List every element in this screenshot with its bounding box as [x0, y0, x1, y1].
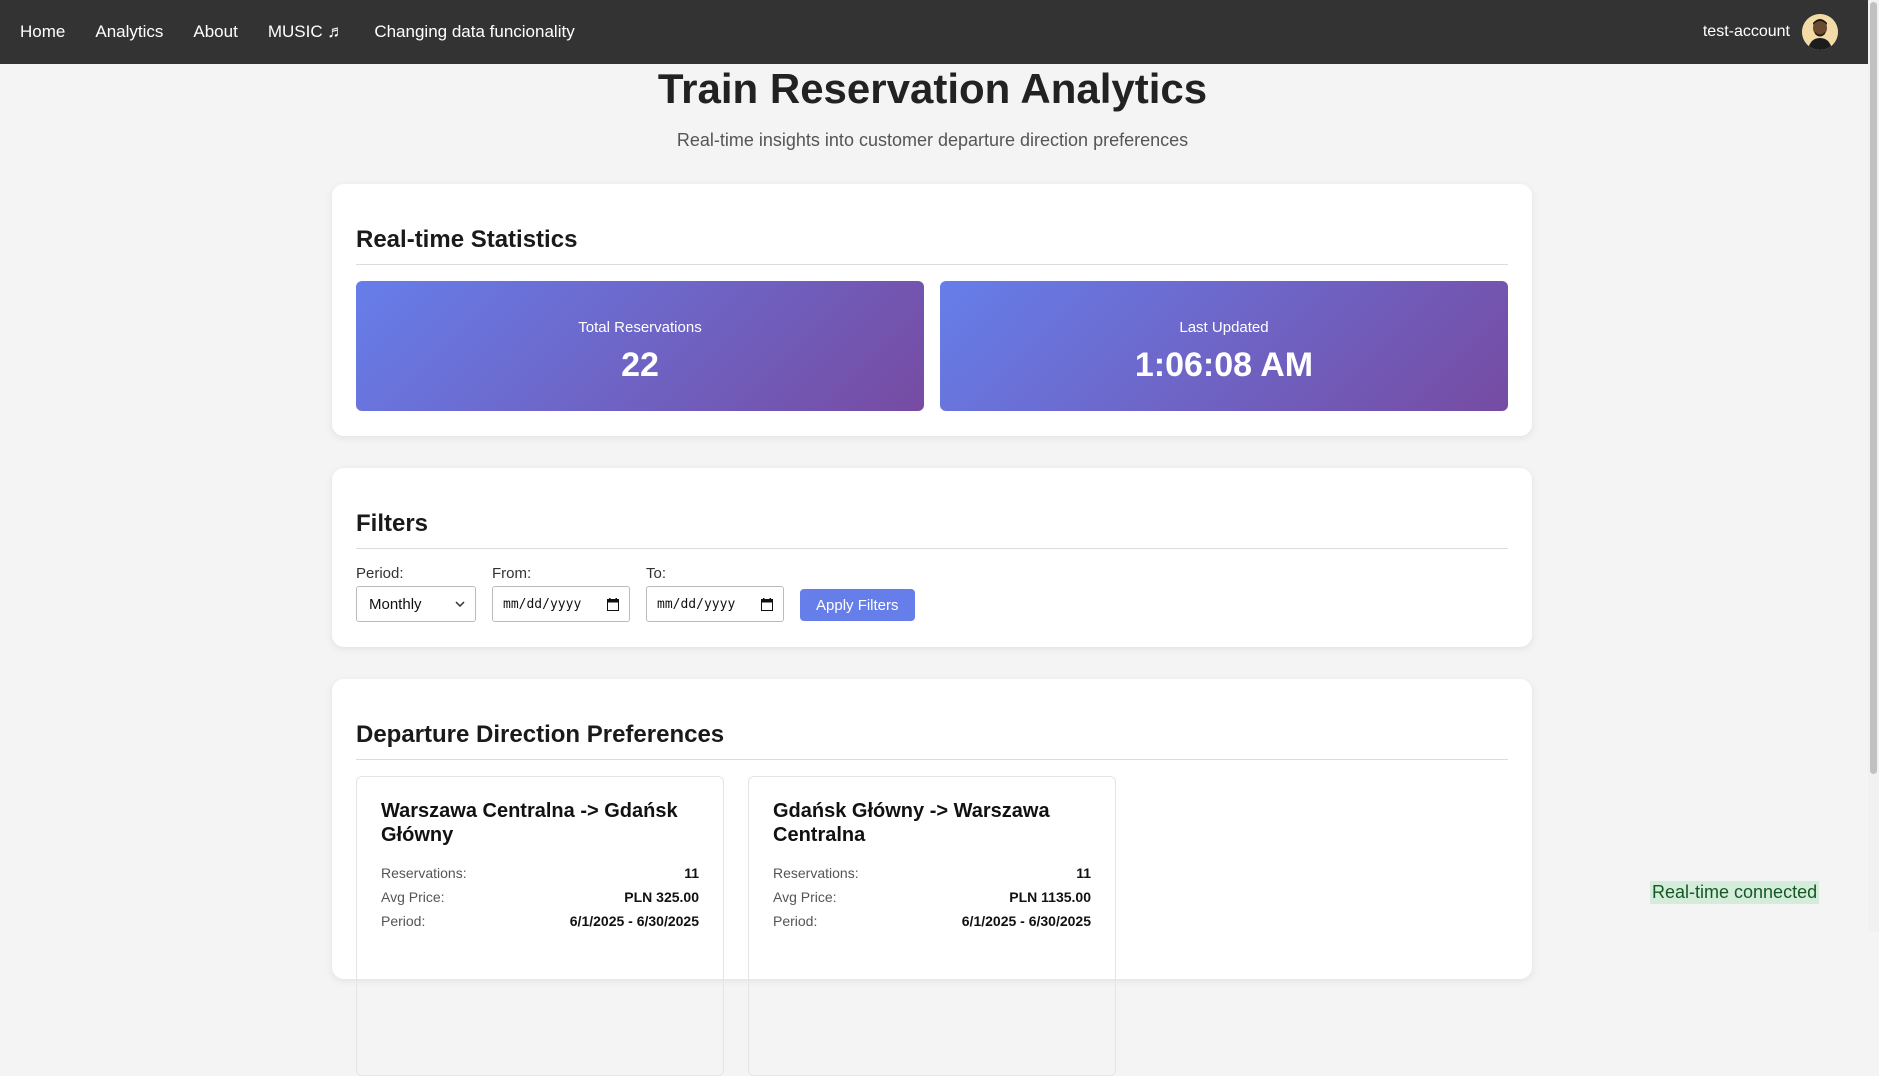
period-row-value: 6/1/2025 - 6/30/2025 — [961, 913, 1091, 929]
period-select-value: Monthly — [369, 595, 422, 613]
from-filter: From: mm/dd/yyyy — [492, 565, 630, 622]
avg-price-label: Avg Price: — [381, 889, 445, 905]
preferences-heading: Departure Direction Preferences — [356, 721, 1508, 760]
page-title: Train Reservation Analytics — [657, 65, 1208, 112]
reservations-value: 11 — [1076, 865, 1091, 881]
to-label: To: — [646, 565, 667, 582]
from-label: From: — [492, 565, 532, 582]
period-label: Period: — [356, 565, 404, 582]
top-navbar: Home Analytics About MUSIC ♬ Changing da… — [0, 0, 1868, 64]
vertical-scrollbar[interactable] — [1868, 0, 1879, 932]
stat-label: Last Updated — [1179, 319, 1269, 336]
stat-value: 22 — [621, 346, 659, 384]
username[interactable]: test-account — [1703, 23, 1790, 41]
period-row-label: Period: — [381, 913, 426, 929]
nav-link-analytics[interactable]: Analytics — [95, 22, 163, 42]
from-date-placeholder: mm/dd/yyyy — [503, 596, 582, 612]
user-menu[interactable]: test-account — [1703, 0, 1838, 64]
realtime-status-badge: Real-time connected — [1650, 881, 1820, 904]
reservations-row: Reservations: 11 — [773, 861, 1091, 885]
stat-tiles: Total Reservations 22 Last Updated 1:06:… — [356, 281, 1508, 411]
avg-price-value: PLN 325.00 — [624, 889, 699, 905]
avg-price-label: Avg Price: — [773, 889, 837, 905]
reservations-label: Reservations: — [381, 865, 467, 881]
nav-link-changing-data[interactable]: Changing data funcionality — [374, 22, 574, 42]
avg-price-value: PLN 1135.00 — [1009, 889, 1091, 905]
to-date-input[interactable]: mm/dd/yyyy — [646, 586, 784, 622]
period-select[interactable]: Monthly — [356, 586, 476, 622]
chevron-down-icon — [455, 601, 465, 607]
nav-link-about[interactable]: About — [193, 22, 237, 42]
user-avatar-icon — [1802, 14, 1838, 50]
total-reservations-tile: Total Reservations 22 — [356, 281, 924, 411]
realtime-statistics-card: Real-time Statistics Total Reservations … — [332, 184, 1532, 436]
reservations-value: 11 — [684, 865, 699, 881]
avatar[interactable] — [1802, 14, 1838, 50]
from-date-input[interactable]: mm/dd/yyyy — [492, 586, 630, 622]
to-filter: To: mm/dd/yyyy — [646, 565, 784, 622]
filter-controls: Period: Monthly From: mm/dd/yyyy To: mm/… — [356, 565, 1508, 622]
route-card: Gdańsk Główny -> Warszawa Centralna Rese… — [748, 776, 1116, 1076]
to-date-placeholder: mm/dd/yyyy — [657, 596, 736, 612]
calendar-icon[interactable] — [761, 597, 773, 611]
avg-price-row: Avg Price: PLN 1135.00 — [773, 885, 1091, 909]
period-row-label: Period: — [773, 913, 818, 929]
nav-link-music[interactable]: MUSIC ♬ — [268, 22, 345, 42]
avg-price-row: Avg Price: PLN 325.00 — [381, 885, 699, 909]
reservations-label: Reservations: — [773, 865, 859, 881]
nav-link-home[interactable]: Home — [20, 22, 65, 42]
reservations-row: Reservations: 11 — [381, 861, 699, 885]
period-filter: Period: Monthly — [356, 565, 476, 622]
departure-preferences-card: Departure Direction Preferences Warszawa… — [332, 679, 1532, 1076]
period-row: Period: 6/1/2025 - 6/30/2025 — [381, 909, 699, 933]
preference-list: Warszawa Centralna -> Gdańsk Główny Rese… — [356, 776, 1508, 1076]
last-updated-tile: Last Updated 1:06:08 AM — [940, 281, 1508, 411]
statistics-heading: Real-time Statistics — [356, 226, 1508, 265]
stat-value: 1:06:08 AM — [1134, 346, 1314, 384]
period-row-value: 6/1/2025 - 6/30/2025 — [569, 913, 699, 929]
route-card: Warszawa Centralna -> Gdańsk Główny Rese… — [356, 776, 724, 1076]
scrollbar-thumb[interactable] — [1870, 2, 1877, 774]
page-subtitle: Real-time insights into customer departu… — [676, 130, 1189, 150]
stat-label: Total Reservations — [578, 319, 702, 336]
filters-heading: Filters — [356, 510, 1508, 549]
period-row: Period: 6/1/2025 - 6/30/2025 — [773, 909, 1091, 933]
apply-filters-button[interactable]: Apply Filters — [800, 589, 915, 621]
calendar-icon[interactable] — [607, 597, 619, 611]
route-title: Gdańsk Główny -> Warszawa Centralna — [773, 800, 1050, 846]
filters-card: Filters Period: Monthly From: mm/dd/yyyy — [332, 468, 1532, 647]
route-title: Warszawa Centralna -> Gdańsk Główny — [381, 800, 678, 846]
